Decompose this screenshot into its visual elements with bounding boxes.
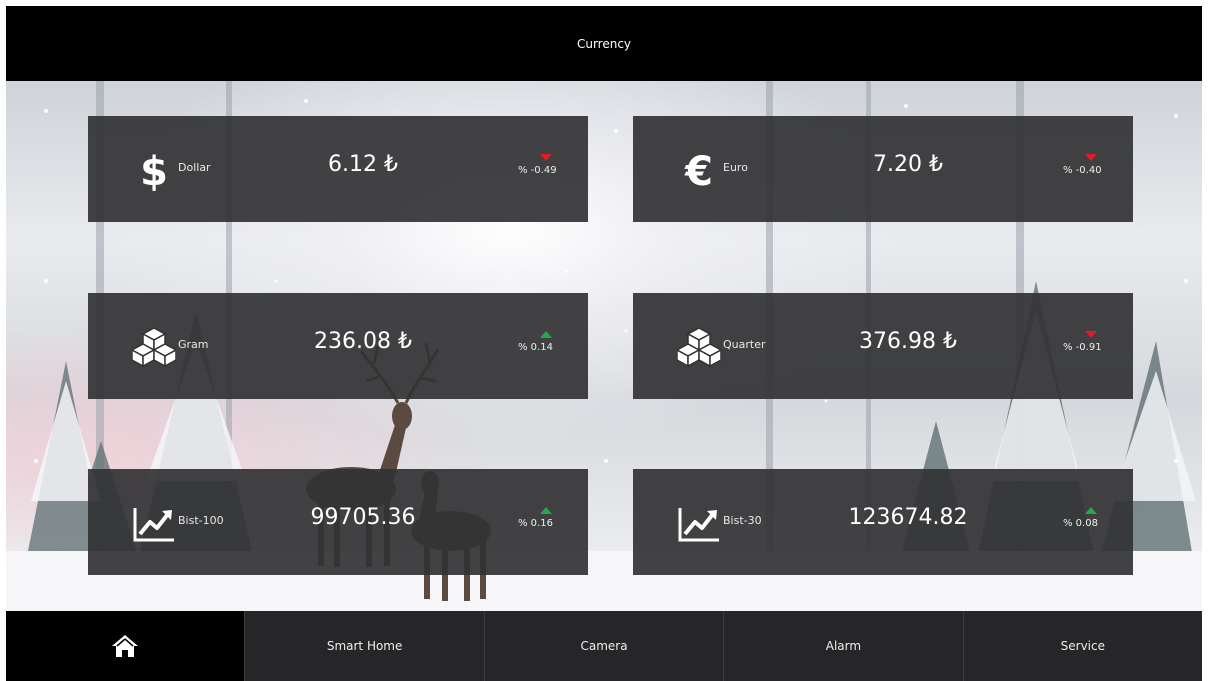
change-percent: % -0.91 — [1063, 342, 1102, 353]
currency-screen: Currency $ Dollar 6.12 ₺ % -0.49 € Euro … — [6, 6, 1202, 681]
trend-chart-icon — [133, 508, 174, 542]
nav-label: Alarm — [825, 639, 862, 653]
change-indicator: % -0.91 — [1063, 331, 1123, 353]
change-percent: % -0.49 — [518, 165, 557, 176]
arrow-up-icon — [540, 331, 552, 338]
bottom-nav: Smart Home Camera Alarm Service — [6, 611, 1202, 681]
card-label: Bist-100 — [178, 514, 224, 527]
arrow-down-icon — [1085, 154, 1097, 161]
change-indicator: % -0.49 — [518, 154, 578, 176]
home-icon — [112, 635, 139, 657]
currency-card-gram[interactable]: Gram 236.08 ₺ % 0.14 — [88, 293, 588, 399]
card-value: 123674.82 — [848, 505, 968, 530]
nav-home-button[interactable] — [6, 611, 245, 681]
dollar-icon: $ — [140, 149, 168, 191]
page-title: Currency — [576, 36, 632, 51]
arrow-down-icon — [1085, 331, 1097, 338]
change-indicator: % 0.08 — [1063, 507, 1123, 529]
nav-label: Service — [1060, 639, 1105, 653]
card-label: Gram — [178, 338, 209, 351]
nav-label: Smart Home — [326, 639, 403, 653]
trend-chart-icon — [678, 508, 719, 542]
arrow-up-icon — [540, 507, 552, 514]
card-label: Dollar — [178, 161, 211, 174]
currency-card-quarter[interactable]: Quarter 376.98 ₺ % -0.91 — [633, 293, 1133, 399]
card-value: 376.98 ₺ — [859, 329, 957, 354]
gold-bars-icon — [677, 327, 721, 368]
currency-card-euro[interactable]: € Euro 7.20 ₺ % -0.40 — [633, 116, 1133, 222]
change-percent: % 0.16 — [518, 518, 553, 529]
arrow-down-icon — [540, 154, 552, 161]
euro-icon: € — [684, 149, 713, 191]
card-value: 7.20 ₺ — [873, 152, 943, 177]
currency-card-dollar[interactable]: $ Dollar 6.12 ₺ % -0.49 — [88, 116, 588, 222]
gold-bars-icon — [132, 327, 176, 368]
arrow-up-icon — [1085, 507, 1097, 514]
change-percent: % -0.40 — [1063, 165, 1102, 176]
index-card-bist-30[interactable]: Bist-30 123674.82 % 0.08 — [633, 469, 1133, 575]
nav-alarm[interactable]: Alarm — [723, 611, 963, 681]
card-label: Quarter — [723, 338, 766, 351]
change-percent: % 0.14 — [518, 342, 553, 353]
svg-text:$: $ — [140, 149, 168, 191]
card-label: Euro — [723, 161, 748, 174]
nav-service[interactable]: Service — [962, 611, 1202, 681]
header-bar: Currency — [6, 6, 1202, 81]
nav-label: Camera — [580, 639, 628, 653]
card-value: 6.12 ₺ — [328, 152, 398, 177]
card-value: 99705.36 — [310, 505, 416, 530]
nav-smart-home[interactable]: Smart Home — [244, 611, 484, 681]
winter-background: $ Dollar 6.12 ₺ % -0.49 € Euro 7.20 ₺ % … — [6, 81, 1202, 611]
card-label: Bist-30 — [723, 514, 762, 527]
index-card-bist-100[interactable]: Bist-100 99705.36 % 0.16 — [88, 469, 588, 575]
change-indicator: % 0.16 — [518, 507, 578, 529]
change-indicator: % -0.40 — [1063, 154, 1123, 176]
nav-camera[interactable]: Camera — [483, 611, 724, 681]
change-percent: % 0.08 — [1063, 518, 1098, 529]
svg-text:€: € — [684, 149, 713, 191]
change-indicator: % 0.14 — [518, 331, 578, 353]
card-value: 236.08 ₺ — [314, 329, 412, 354]
